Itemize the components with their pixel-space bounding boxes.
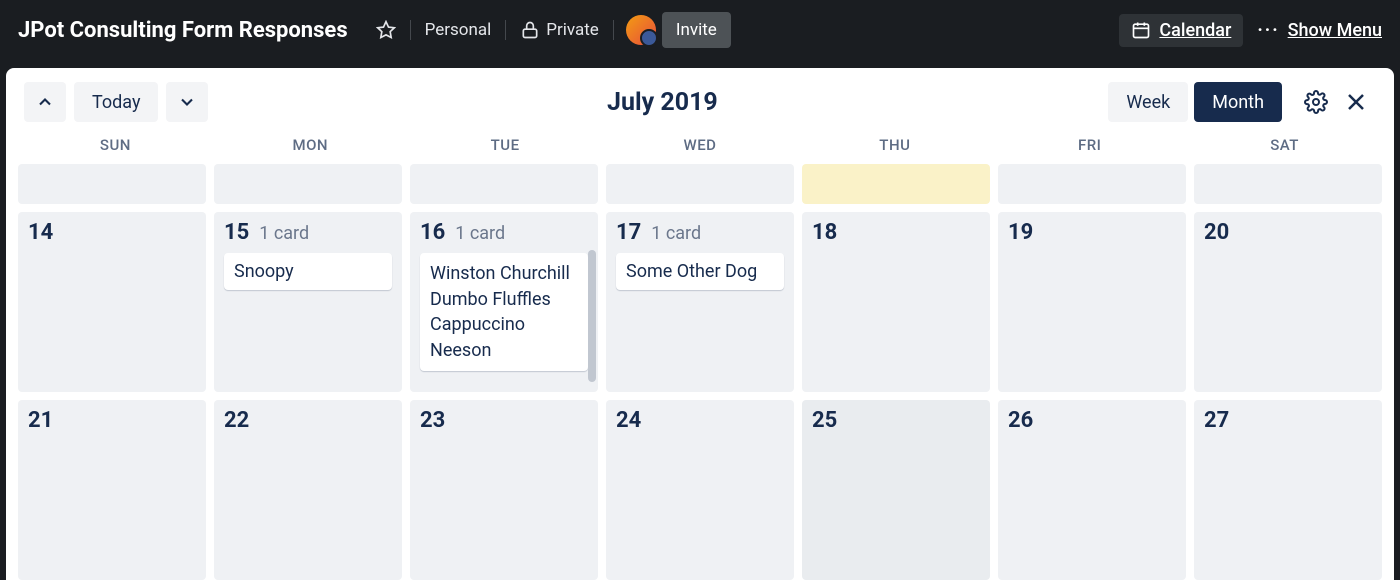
scrollbar[interactable]	[588, 250, 596, 382]
day-number: 23	[420, 408, 445, 433]
divider	[613, 20, 614, 40]
day-cell[interactable]: 27	[1194, 400, 1382, 580]
view-week-label: Week	[1126, 92, 1170, 113]
dow-sun: SUN	[18, 136, 213, 154]
view-week[interactable]: Week	[1108, 82, 1188, 122]
day-cell[interactable]: 25	[802, 400, 990, 580]
calendar-row: 21 22 23 24 25 26 27	[18, 400, 1382, 580]
day-number: 17	[616, 220, 641, 245]
visibility-private[interactable]: Private	[510, 14, 609, 46]
day-cell[interactable]: 14	[18, 212, 206, 392]
star-icon	[376, 20, 396, 40]
lock-icon	[520, 20, 540, 40]
today-label: Today	[92, 92, 140, 113]
chevron-down-icon	[177, 92, 197, 112]
calendar-toolbar: Today July 2019 Week Month	[6, 68, 1394, 130]
day-number: 24	[616, 408, 641, 433]
day-number: 22	[224, 408, 249, 433]
board-header: JPot Consulting Form Responses Personal …	[0, 0, 1400, 60]
day-cell[interactable]	[606, 164, 794, 204]
chevron-up-icon	[35, 92, 55, 112]
month-title: July 2019	[216, 88, 1108, 117]
day-cell-today[interactable]	[802, 164, 990, 204]
calendar-row: 14 15 1 card Snoopy 16 1 card Winston Ch…	[18, 212, 1382, 392]
divider	[505, 20, 506, 40]
close-icon	[1344, 90, 1368, 114]
day-cell[interactable]	[18, 164, 206, 204]
card-count: 1 card	[259, 223, 309, 244]
today-button[interactable]: Today	[74, 82, 158, 122]
settings-button[interactable]	[1296, 82, 1336, 122]
dow-thu: THU	[797, 136, 992, 154]
day-number: 19	[1008, 220, 1033, 245]
day-cell[interactable]: 20	[1194, 212, 1382, 392]
day-cell[interactable]: 21	[18, 400, 206, 580]
calendar-grid: 14 15 1 card Snoopy 16 1 card Winston Ch…	[6, 164, 1394, 580]
day-of-week-header: SUN MON TUE WED THU FRI SAT	[6, 130, 1394, 164]
personal-label: Personal	[425, 20, 492, 40]
more-icon[interactable]: ···	[1257, 20, 1279, 41]
calendar-card[interactable]: Winston Churchill Dumbo Fluffles Cappucc…	[420, 253, 588, 371]
view-month-label: Month	[1212, 92, 1264, 113]
avatar[interactable]	[626, 15, 656, 45]
card-count: 1 card	[651, 223, 701, 244]
private-label: Private	[546, 20, 599, 40]
invite-label: Invite	[676, 20, 717, 40]
invite-button[interactable]: Invite	[662, 12, 731, 48]
dow-fri: FRI	[992, 136, 1187, 154]
day-number: 16	[420, 220, 445, 245]
divider	[410, 20, 411, 40]
close-button[interactable]	[1336, 82, 1376, 122]
calendar-panel: Today July 2019 Week Month SUN MON TUE W…	[6, 68, 1394, 580]
card-count: 1 card	[455, 223, 505, 244]
calendar-label: Calendar	[1159, 20, 1231, 41]
dow-sat: SAT	[1187, 136, 1382, 154]
day-cell[interactable]	[214, 164, 402, 204]
day-cell[interactable]: 23	[410, 400, 598, 580]
day-cell[interactable]	[410, 164, 598, 204]
visibility-personal[interactable]: Personal	[415, 14, 502, 46]
view-toggle: Week Month	[1108, 82, 1282, 122]
day-cell[interactable]: 22	[214, 400, 402, 580]
day-number: 18	[812, 220, 837, 245]
day-cell[interactable]: 16 1 card Winston Churchill Dumbo Fluffl…	[410, 212, 598, 392]
next-button[interactable]	[166, 82, 208, 122]
dow-wed: WED	[603, 136, 798, 154]
day-number: 15	[224, 220, 249, 245]
calendar-icon	[1131, 20, 1151, 40]
day-number: 27	[1204, 408, 1229, 433]
day-cell[interactable]: 19	[998, 212, 1186, 392]
star-button[interactable]	[366, 14, 406, 46]
gear-icon	[1304, 90, 1328, 114]
calendar-card[interactable]: Some Other Dog	[616, 253, 784, 290]
dow-mon: MON	[213, 136, 408, 154]
calendar-row-partial	[18, 164, 1382, 204]
day-cell[interactable]: 24	[606, 400, 794, 580]
day-number: 26	[1008, 408, 1033, 433]
day-cell[interactable]	[998, 164, 1186, 204]
day-cell[interactable]: 17 1 card Some Other Dog	[606, 212, 794, 392]
day-cell[interactable]: 18	[802, 212, 990, 392]
day-number: 21	[28, 408, 53, 433]
day-number: 20	[1204, 220, 1229, 245]
show-menu-link[interactable]: Show Menu	[1288, 20, 1382, 41]
prev-button[interactable]	[24, 82, 66, 122]
day-number: 14	[28, 220, 53, 245]
powerup-calendar[interactable]: Calendar	[1119, 14, 1243, 47]
view-month[interactable]: Month	[1194, 82, 1282, 122]
day-cell[interactable]: 26	[998, 400, 1186, 580]
dow-tue: TUE	[408, 136, 603, 154]
calendar-card[interactable]: Snoopy	[224, 253, 392, 290]
day-cell[interactable]	[1194, 164, 1382, 204]
board-title: JPot Consulting Form Responses	[18, 18, 348, 43]
day-cell[interactable]: 15 1 card Snoopy	[214, 212, 402, 392]
day-number: 25	[812, 408, 837, 433]
